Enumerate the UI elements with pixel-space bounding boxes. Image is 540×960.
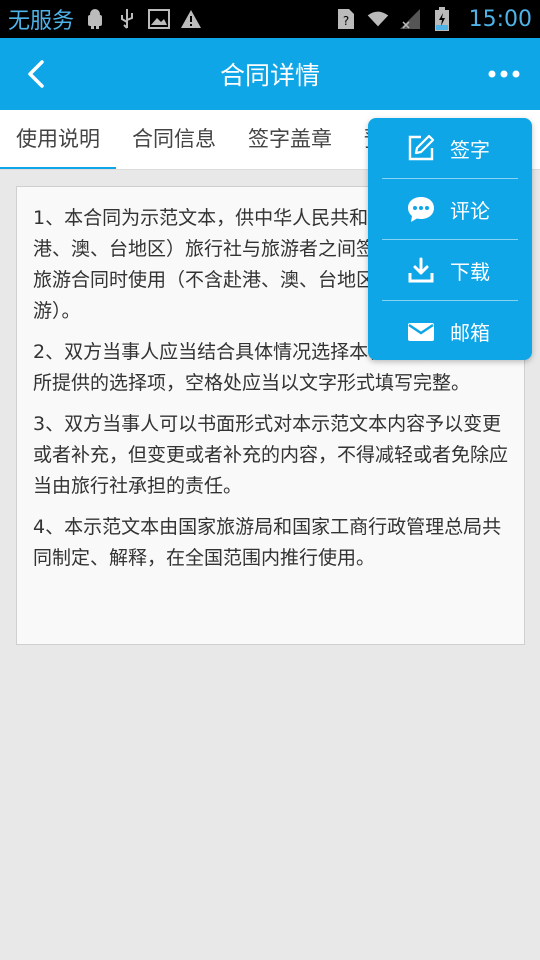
menu-item-download-label: 下载 bbox=[450, 259, 490, 284]
warning-icon bbox=[180, 8, 202, 30]
back-arrow-icon[interactable] bbox=[20, 56, 56, 92]
menu-item-mail-label: 邮箱 bbox=[450, 321, 490, 345]
status-bar: 无服务 ? 15:00 bbox=[0, 0, 540, 38]
instruction-paragraph-3: 3、双方当事人可以书面形式对本示范文本内容予以变更或者补充，但变更或者补充的内容… bbox=[33, 413, 509, 497]
instruction-paragraph-4: 4、本示范文本由国家旅游局和国家工商行政管理总局共同制定、解释，在全国范围内推行… bbox=[33, 516, 502, 569]
menu-item-comment-label: 评论 bbox=[450, 198, 490, 223]
clock: 15:00 bbox=[468, 6, 532, 32]
comment-icon bbox=[406, 194, 436, 224]
menu-item-comment[interactable]: 评论 bbox=[382, 179, 518, 240]
wifi-icon bbox=[367, 8, 389, 30]
menu-item-sign[interactable]: 签字 bbox=[382, 118, 518, 179]
actions-dropdown-menu: 签字 评论 下载 邮箱 bbox=[368, 118, 532, 360]
mail-icon bbox=[406, 317, 436, 347]
android-debug-icon bbox=[84, 8, 106, 30]
download-icon bbox=[406, 255, 436, 285]
menu-item-mail[interactable]: 邮箱 bbox=[382, 301, 518, 362]
more-dots-icon[interactable] bbox=[486, 60, 522, 88]
tab-signature-seal[interactable]: 签字盖章 bbox=[232, 110, 348, 169]
tab-instructions[interactable]: 使用说明 bbox=[0, 110, 116, 169]
svg-text:?: ? bbox=[342, 14, 348, 28]
no-sim-icon: ? bbox=[335, 8, 357, 30]
image-icon bbox=[148, 8, 171, 30]
tab-contract-info[interactable]: 合同信息 bbox=[116, 110, 232, 169]
usb-icon bbox=[116, 8, 138, 30]
signal-icon bbox=[399, 8, 421, 30]
menu-item-sign-label: 签字 bbox=[450, 137, 490, 162]
battery-charging-icon bbox=[431, 7, 453, 31]
app-header: 合同详情 bbox=[0, 38, 540, 110]
sign-edit-icon bbox=[406, 133, 436, 163]
menu-item-download[interactable]: 下载 bbox=[382, 240, 518, 301]
carrier-label: 无服务 bbox=[8, 9, 75, 34]
page-title: 合同详情 bbox=[219, 61, 320, 90]
